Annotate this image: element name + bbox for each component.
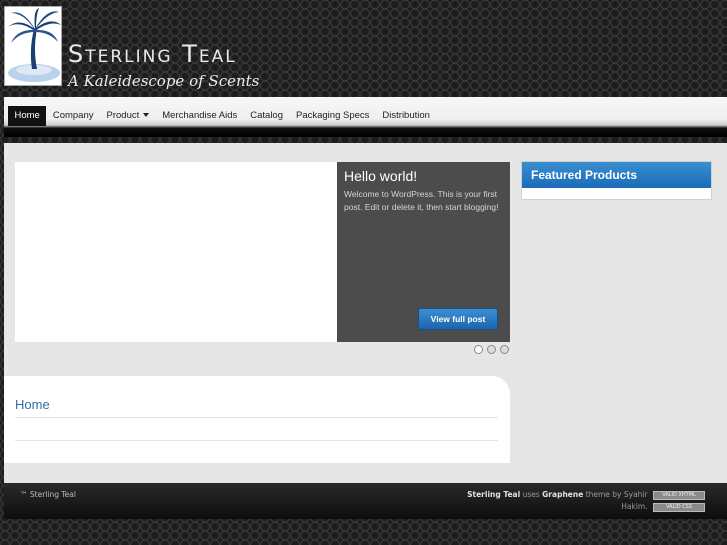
slider-dot-1[interactable] <box>474 345 483 354</box>
menu-item-packaging-specs[interactable]: Packaging Specs <box>290 106 376 126</box>
slider-excerpt: Welcome to WordPress. This is your first… <box>344 189 499 212</box>
footer-site-link[interactable]: Sterling Teal <box>467 490 520 499</box>
slider-dot-2[interactable] <box>487 345 496 354</box>
theme-credits: Sterling Teal uses Graphene theme by Sya… <box>405 489 705 513</box>
divider <box>15 417 498 418</box>
author-name[interactable]: Hakim. <box>621 502 647 511</box>
menu-item-merchandise-aids[interactable]: Merchandise Aids <box>156 106 244 126</box>
menu-item-distribution[interactable]: Distribution <box>376 106 437 126</box>
site-tagline: A Kaleidescope of Scents <box>68 72 260 90</box>
menu-item-company[interactable]: Company <box>46 106 100 126</box>
page-content-panel: Home <box>4 376 510 463</box>
site-footer: ™ Sterling Teal Sterling Teal uses Graph… <box>4 483 727 519</box>
site-title[interactable]: Sterling Teal <box>68 40 237 68</box>
page-title: Home <box>15 397 50 412</box>
widget-title: Featured Products <box>522 162 711 188</box>
featured-products-widget: Featured Products <box>521 161 712 200</box>
menu-item-product-label: Product <box>106 110 140 121</box>
uses-text: uses <box>522 490 540 499</box>
menu-item-product[interactable]: Product <box>100 106 156 126</box>
slider-post-title[interactable]: Hello world! <box>344 168 503 184</box>
view-full-post-button[interactable]: View full post <box>418 308 498 330</box>
site-header: Sterling Teal A Kaleidescope of Scents <box>0 0 727 96</box>
valid-xhtml-badge[interactable]: VALID XHTML <box>653 490 705 500</box>
slider-pagination <box>474 345 509 354</box>
menu-item-home[interactable]: Home <box>8 106 47 126</box>
slider-caption: Hello world! Welcome to WordPress. This … <box>337 162 510 342</box>
menu-item-catalog[interactable]: Catalog <box>244 106 290 126</box>
divider <box>15 440 498 441</box>
valid-css-badge[interactable]: VALID CSS <box>653 502 705 512</box>
main-navigation: Home Company Product Merchandise Aids Ca… <box>4 97 727 137</box>
content-area: Hello world! Welcome to WordPress. This … <box>4 143 727 483</box>
graphene-theme-link[interactable]: Graphene <box>542 490 583 499</box>
theme-by-text: theme by Syahir <box>585 490 648 499</box>
copyright-text: ™ Sterling Teal <box>20 490 76 499</box>
slider-image[interactable] <box>15 162 338 342</box>
palm-tree-logo[interactable] <box>4 6 62 86</box>
caret-down-icon <box>143 113 150 117</box>
slider-dot-3[interactable] <box>500 345 509 354</box>
menu-list: Home Company Product Merchandise Aids Ca… <box>8 106 436 126</box>
